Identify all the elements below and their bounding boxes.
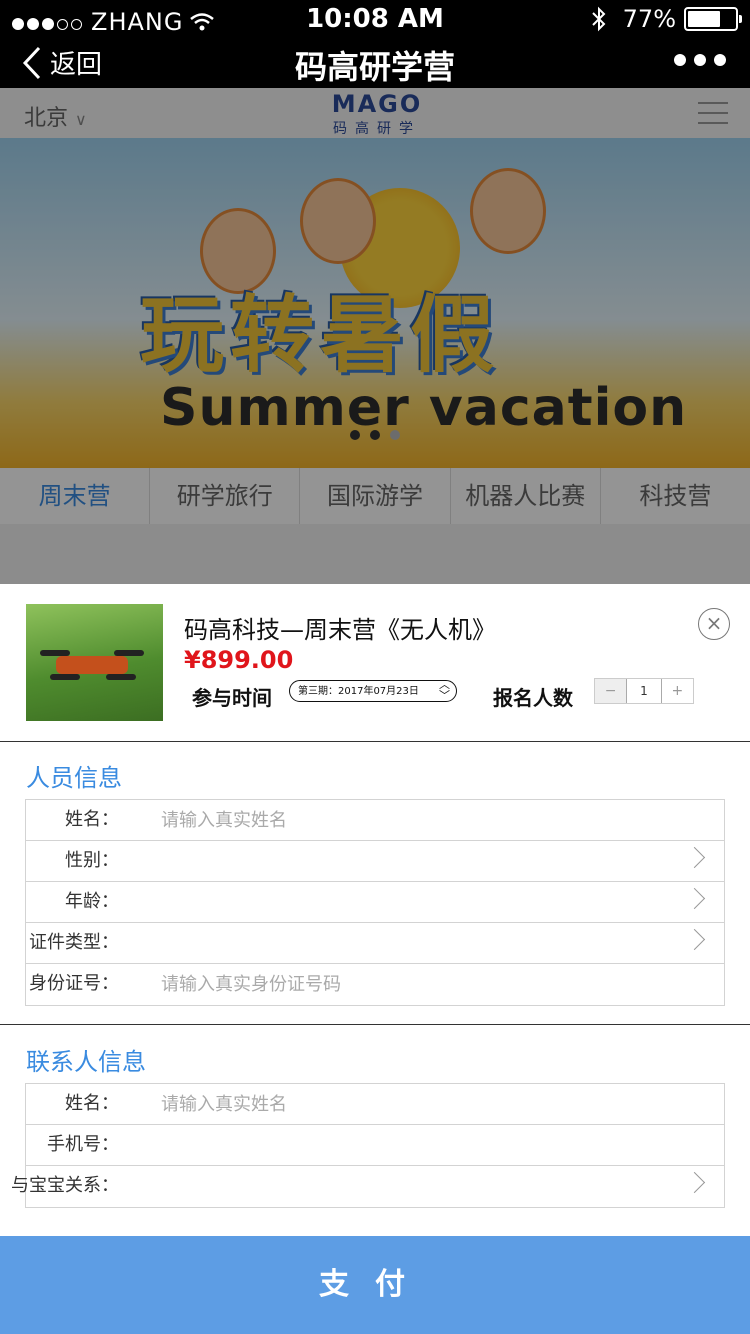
period-value: 第三期：2017年07月23日 <box>298 686 419 697</box>
status-right: 77% <box>591 5 742 33</box>
product-summary: 码高科技—周末营《无人机》 ¥899.00 参与时间 第三期：2017年07月2… <box>0 584 750 742</box>
quantity-value[interactable]: 1 <box>626 679 662 703</box>
chevron-right-icon[interactable] <box>683 846 706 869</box>
field-label: 性别： <box>65 850 119 871</box>
drone-illustration <box>56 656 128 674</box>
select-field[interactable] <box>161 1166 661 1206</box>
status-bar: ZHANG 10:08 AM 77% <box>0 0 750 40</box>
battery-fill <box>688 11 721 27</box>
quantity-stepper: − 1 + <box>594 678 694 704</box>
rotor-illustration <box>40 650 70 656</box>
form-row: 姓名： <box>26 1084 724 1125</box>
field-label: 年龄： <box>65 891 119 912</box>
text-input[interactable] <box>161 1084 661 1124</box>
text-input[interactable] <box>161 964 661 1004</box>
rotor-illustration <box>106 674 136 680</box>
nav-bar: 返回 码高研学营 <box>0 40 750 88</box>
form-row: 与宝宝关系： <box>11 1166 724 1207</box>
rotor-illustration <box>50 674 80 680</box>
contact-info-title: 联系人信息 <box>26 1048 146 1076</box>
battery-percent: 77% <box>622 5 676 33</box>
form-row: 性别： <box>26 841 724 882</box>
period-select[interactable]: 第三期：2017年07月23日 ︿ ﹀ <box>289 678 457 702</box>
field-label: 身份证号： <box>29 973 119 994</box>
form-row: 姓名： <box>26 800 724 841</box>
chevron-right-icon[interactable] <box>683 887 706 910</box>
chevron-right-icon[interactable] <box>683 928 706 951</box>
section-divider <box>0 1024 750 1025</box>
select-field[interactable] <box>161 841 661 881</box>
count-label: 报名人数 <box>493 686 573 710</box>
rotor-illustration <box>114 650 144 656</box>
close-icon[interactable]: × <box>698 608 730 640</box>
decrease-button[interactable]: − <box>595 679 627 703</box>
form-row: 身份证号： <box>26 964 724 1005</box>
order-sheet: 码高科技—周末营《无人机》 ¥899.00 参与时间 第三期：2017年07月2… <box>0 584 750 1334</box>
up-down-arrows-icon: ︿ ﹀ <box>439 678 450 702</box>
more-options-icon[interactable] <box>674 54 726 66</box>
field-label: 姓名： <box>65 1093 119 1114</box>
modal-overlay[interactable] <box>0 88 750 584</box>
select-field[interactable] <box>161 882 661 922</box>
bluetooth-icon <box>591 6 606 32</box>
form-row: 手机号： <box>26 1125 724 1166</box>
page-title: 码高研学营 <box>294 48 455 86</box>
time-label: 参与时间 <box>192 686 272 710</box>
chevron-right-icon[interactable] <box>683 1171 706 1194</box>
form-row: 年龄： <box>26 882 724 923</box>
person-info-form: 姓名： 性别： 年龄： 证件类型： 身份证号： <box>25 799 725 1006</box>
pay-button[interactable]: 支付 <box>0 1236 750 1334</box>
contact-info-form: 姓名： 手机号： 与宝宝关系： <box>11 1083 725 1208</box>
product-price: ¥899.00 <box>184 646 294 674</box>
person-info-title: 人员信息 <box>26 764 122 792</box>
field-label: 与宝宝关系： <box>11 1175 119 1196</box>
form-row: 证件类型： <box>26 923 724 964</box>
field-label: 姓名： <box>65 809 119 830</box>
product-name: 码高科技—周末营《无人机》 <box>184 616 496 644</box>
text-input[interactable] <box>161 800 661 840</box>
field-label: 手机号： <box>47 1134 119 1155</box>
product-image <box>26 604 163 721</box>
select-field[interactable] <box>161 923 661 963</box>
select-field[interactable] <box>161 1125 661 1165</box>
battery-icon <box>684 7 742 31</box>
field-label: 证件类型： <box>29 932 119 953</box>
increase-button[interactable]: + <box>662 679 693 703</box>
